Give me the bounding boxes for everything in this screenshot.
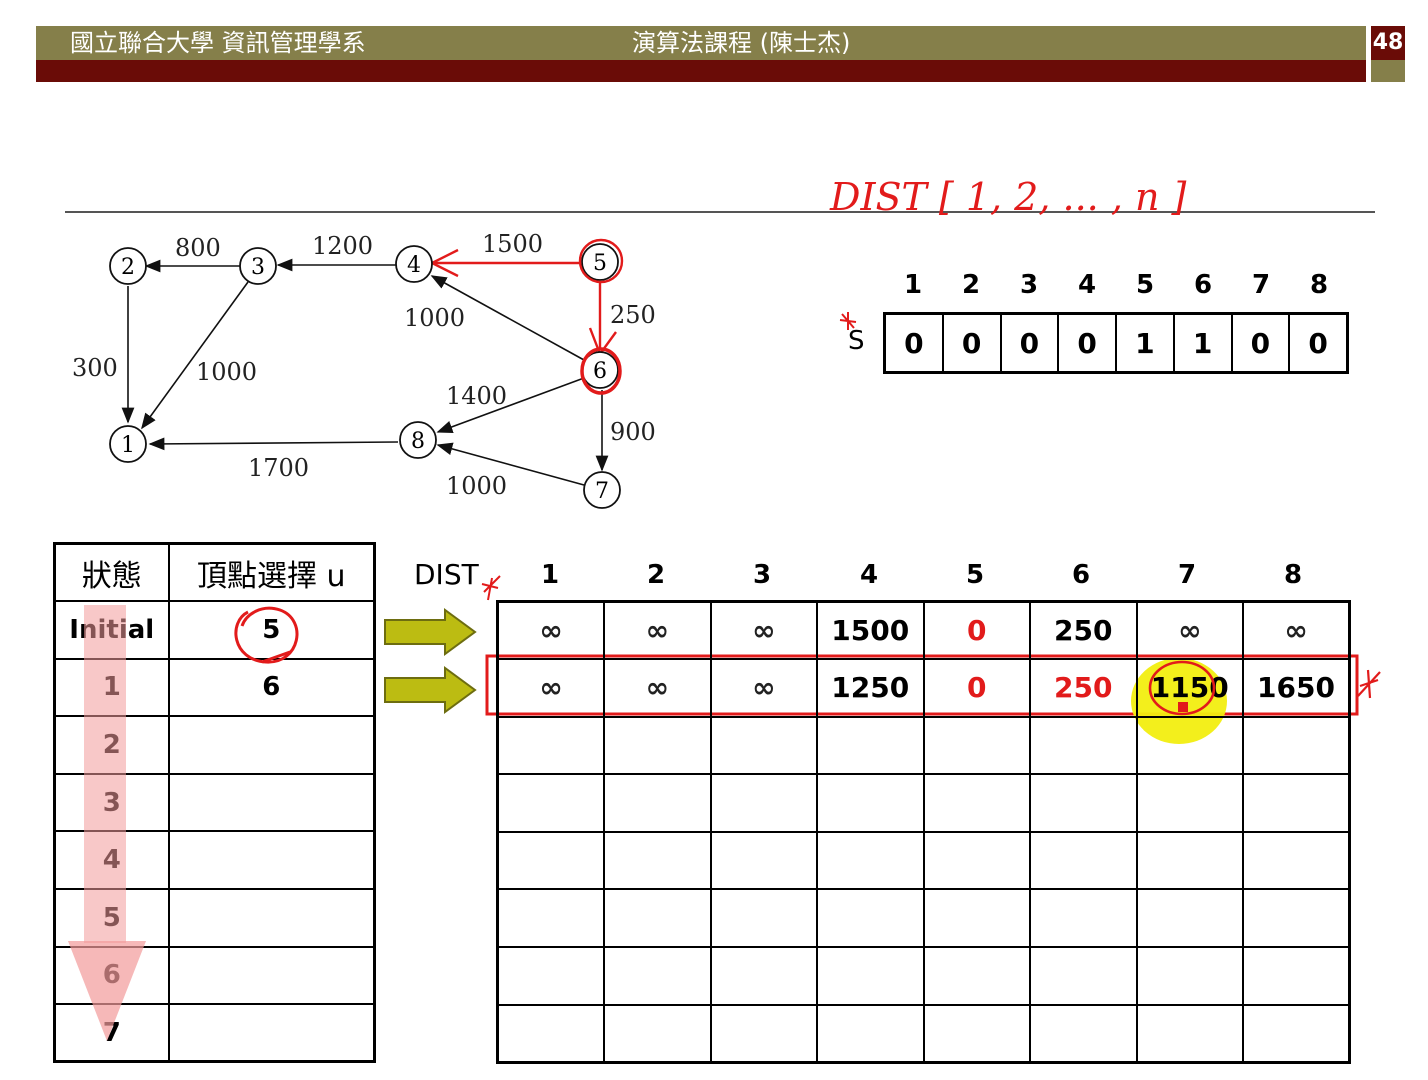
directed-graph: 2 3 4 5 6 1 8 7 800 1200 1500 300 1000 1… [72,230,656,509]
s-index: 4 [1077,270,1097,300]
dist-index: 6 [1071,560,1091,590]
dist-index: 8 [1283,560,1303,590]
edge-label-8-1: 1700 [248,454,309,482]
vertex-5: 5 [581,243,619,281]
title-divider [65,211,1375,213]
state-header: 狀態 [53,542,170,603]
svg-text:6: 6 [593,359,607,384]
s-array: 0 0 0 0 1 1 0 0 [883,312,1349,374]
s-index: 2 [961,270,981,300]
s-index: 7 [1251,270,1271,300]
course-title: 演算法課程 (陳士杰) [632,29,851,57]
edge-label-3-2: 800 [175,234,221,262]
dist-index: 3 [752,560,772,590]
svg-text:7: 7 [595,479,609,504]
table-row [496,946,1351,1006]
dist-index: 2 [646,560,666,590]
edge-label-6-7: 900 [610,418,656,446]
svg-text:1: 1 [121,433,135,458]
s-cell: 0 [1002,315,1060,371]
svg-text:4: 4 [407,253,421,278]
dist-label: DIST [414,558,479,591]
progress-down-arrow [68,605,146,1041]
vertex-3: 3 [239,247,277,285]
s-index: 5 [1135,270,1155,300]
vertex-choice-cell: 6 [167,657,376,718]
vertex-1: 1 [109,425,147,463]
s-cell: 0 [886,315,944,371]
vertex-choice-cell: 5 [167,600,376,660]
star-mark-row [1357,669,1381,699]
s-cell: 0 [944,315,1002,371]
s-index: 1 [903,270,923,300]
dist-table: ∞ ∞ ∞ 1500 0 250 ∞ ∞ ∞ ∞ ∞ 1250 0 250 11… [496,600,1351,1064]
s-index: 6 [1193,270,1213,300]
table-row [496,1003,1351,1064]
edge-label-2-1: 300 [72,354,118,382]
table-row [496,773,1351,833]
vertex-4: 4 [395,245,433,283]
highlighted-dist-cell: 1150 [1135,658,1244,718]
table-row [496,888,1351,949]
row-pointer-arrow [384,608,477,656]
dist-index: 4 [859,560,879,590]
dist-index: 5 [965,560,985,590]
svg-text:8: 8 [411,429,425,454]
dist-index: 1 [540,560,560,590]
vertex-8: 8 [399,421,437,459]
s-index: 8 [1309,270,1329,300]
edge-label-7-8: 1000 [446,472,507,500]
vertex-2: 2 [109,247,147,285]
header-underbar [36,60,1366,82]
page-number: 48 [1371,26,1405,60]
table-row: ∞ ∞ ∞ 1500 0 250 ∞ ∞ [496,600,1351,661]
edge-label-3-1: 1000 [196,358,257,386]
department-title: 國立聯合大學 資訊管理學系 [70,29,366,57]
vertex-7: 7 [583,471,621,509]
svg-text:5: 5 [593,251,607,276]
vertex-choice-header: 頂點選擇 u [167,542,376,603]
edge-label-5-4: 1500 [482,230,543,258]
edge-label-6-4: 1000 [404,304,465,332]
s-index: 3 [1019,270,1039,300]
edge-8-1 [148,437,399,451]
edge-label-4-3: 1200 [312,232,373,260]
svg-text:2: 2 [121,255,135,280]
s-cell: 0 [1233,315,1291,371]
s-cell: 0 [1059,315,1117,371]
s-cell: 1 [1175,315,1233,371]
row-pointer-arrow [384,666,477,714]
state-table-header: 狀態 頂點選擇 u [53,542,376,603]
svg-text:3: 3 [251,255,265,280]
edge-label-6-8: 1400 [446,382,507,410]
table-row [496,830,1351,891]
edge-label-5-6: 250 [610,301,656,329]
table-row: ∞ ∞ ∞ 1250 0 250 1150 1650 [496,658,1351,718]
edge-3-1 [141,281,249,430]
s-array-label: S [848,326,865,356]
s-cell: 1 [1117,315,1175,371]
dist-index: 7 [1177,560,1197,590]
table-row [496,715,1351,776]
s-cell: 0 [1308,326,1328,360]
page-number-accent [1371,60,1405,82]
